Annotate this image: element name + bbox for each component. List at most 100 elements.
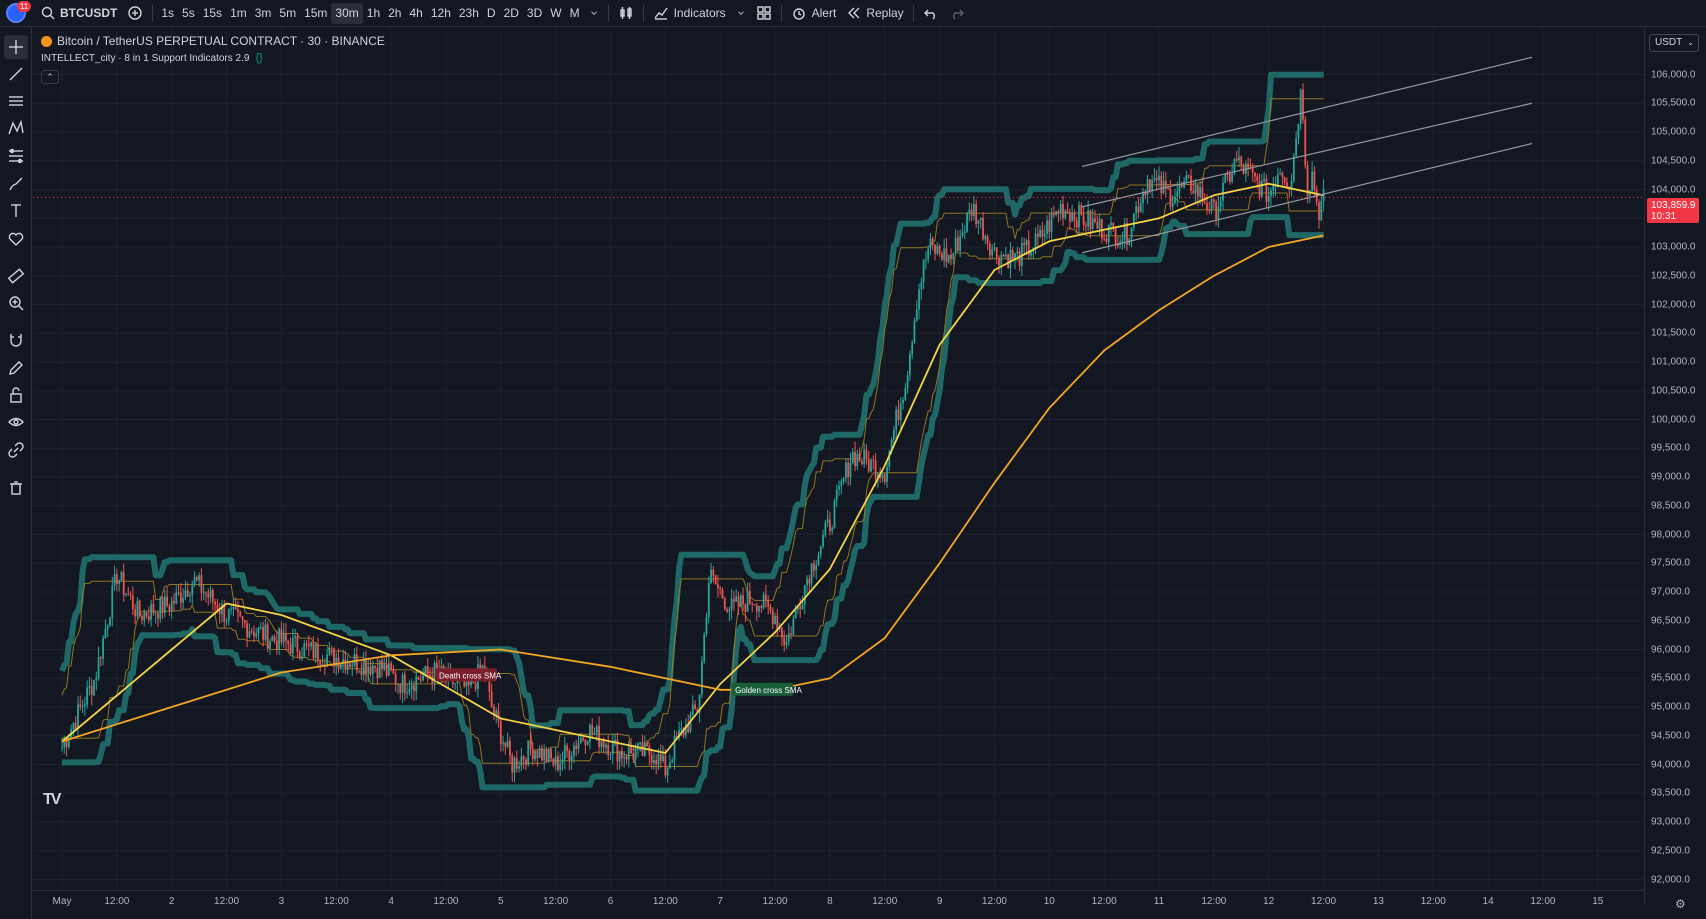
candle — [1130, 227, 1133, 239]
price-tick-label: 102,500.0 — [1651, 270, 1696, 282]
interval-1s[interactable]: 1s — [157, 0, 178, 27]
compare-symbol-button[interactable] — [122, 0, 148, 27]
chart-settings-button[interactable]: ⚙ — [1675, 897, 1686, 911]
redo-button[interactable] — [944, 0, 970, 27]
magnet-tool[interactable] — [4, 328, 28, 352]
candle — [1075, 220, 1078, 228]
profile-button[interactable]: 11 — [0, 0, 32, 27]
candle — [285, 633, 287, 641]
candle — [383, 664, 386, 670]
interval-3m[interactable]: 3m — [251, 0, 276, 27]
candle — [634, 749, 637, 760]
horizontal-lines-tool[interactable] — [4, 89, 28, 113]
brush-tool[interactable] — [4, 172, 28, 196]
candle — [1039, 229, 1042, 238]
interval-W[interactable]: W — [546, 0, 565, 27]
candle — [513, 758, 516, 773]
candle — [88, 685, 91, 688]
pattern-tool[interactable] — [4, 116, 28, 140]
source-code-icon[interactable]: {} — [255, 52, 262, 64]
layouts-button[interactable] — [751, 0, 777, 27]
interval-12h[interactable]: 12h — [427, 0, 455, 27]
undo-button[interactable] — [918, 0, 944, 27]
indicators-dropdown-button[interactable] — [731, 0, 751, 27]
interval-1m[interactable]: 1m — [226, 0, 251, 27]
price-axis[interactable]: USDT ⌄ 106,000.0 105,500.0 105,000.0 104,50… — [1644, 28, 1706, 904]
lock-drawings-tool[interactable] — [4, 383, 28, 407]
candle — [767, 600, 770, 607]
candle — [1263, 178, 1266, 182]
crosshair-tool[interactable] — [4, 35, 28, 59]
symbol-search-button[interactable]: BTCUSDT — [32, 0, 122, 27]
zoom-tool[interactable] — [4, 291, 28, 315]
interval-5m[interactable]: 5m — [275, 0, 300, 27]
interval-23h[interactable]: 23h — [455, 0, 483, 27]
candle — [769, 606, 772, 611]
text-tool[interactable] — [4, 199, 28, 223]
interval-dropdown-button[interactable] — [584, 0, 604, 27]
interval-5s[interactable]: 5s — [178, 0, 199, 27]
legend-title: Bitcoin / TetherUS PERPETUAL CONTRACT · … — [57, 34, 385, 48]
pattern-icon — [8, 119, 24, 135]
candle — [897, 409, 900, 421]
currency-label: USDT — [1655, 37, 1683, 48]
interval-4h[interactable]: 4h — [405, 0, 426, 27]
fib-tool[interactable] — [4, 144, 28, 168]
time-tick-label: 12:00 — [652, 896, 678, 907]
candle — [1100, 219, 1103, 239]
candle — [550, 749, 552, 759]
candle — [1103, 238, 1106, 240]
candle — [298, 652, 301, 659]
remove-drawings-tool[interactable] — [4, 476, 28, 500]
interval-2h[interactable]: 2h — [384, 0, 405, 27]
link-tool[interactable] — [4, 438, 28, 462]
candle — [63, 740, 66, 748]
collapse-legend-button[interactable]: ⌃ — [41, 70, 59, 84]
indicators-button[interactable]: Indicators — [648, 0, 731, 27]
keep-drawing-tool[interactable] — [4, 356, 28, 380]
replay-button[interactable]: Replay — [841, 0, 908, 27]
interval-3D[interactable]: 3D — [523, 0, 546, 27]
candle — [771, 610, 774, 625]
candle — [262, 627, 265, 640]
price-tick-label: 92,500.0 — [1651, 845, 1690, 857]
indicator-legend[interactable]: INTELLECT_city · 8 in 1 Support Indicato… — [41, 52, 263, 64]
candle — [319, 660, 322, 665]
time-axis[interactable]: May 12:00 2 12:00 3 12:00 4 12:00 5 12:00 6 12:00 7 1… — [33, 890, 1644, 919]
alert-button[interactable]: Alert — [786, 0, 842, 27]
interval-1h[interactable]: 1h — [363, 0, 384, 27]
candle — [835, 489, 838, 501]
gear-icon: ⚙ — [1675, 897, 1686, 911]
candle — [1080, 205, 1083, 215]
candle — [703, 633, 706, 662]
price-tick-label: 92,000.0 — [1651, 874, 1690, 885]
candle — [529, 740, 532, 750]
candle — [1016, 251, 1019, 254]
candle — [920, 282, 923, 290]
trend-line-tool[interactable] — [4, 62, 28, 86]
interval-15s[interactable]: 15s — [199, 0, 226, 27]
currency-select[interactable]: USDT ⌄ — [1649, 34, 1699, 52]
ruler-tool[interactable] — [4, 264, 28, 288]
candle — [129, 594, 132, 596]
candle — [659, 754, 662, 761]
interval-2D[interactable]: 2D — [500, 0, 523, 27]
hide-drawings-tool[interactable] — [4, 410, 28, 434]
candle — [102, 637, 105, 659]
candle — [531, 749, 534, 760]
candle — [931, 238, 934, 246]
chart-type-button[interactable] — [613, 0, 639, 27]
interval-30m[interactable]: 30m — [331, 2, 363, 24]
time-tick-label: 12:00 — [104, 896, 130, 907]
interval-D[interactable]: D — [483, 0, 500, 27]
favorites-tool[interactable] — [4, 227, 28, 251]
chart-pane[interactable]: Death cross SMA Golden cross SMA Bitcoin … — [33, 28, 1644, 904]
interval-15m[interactable]: 15m — [300, 0, 331, 27]
candle — [307, 644, 310, 647]
top-toolbar: 11 BTCUSDT 1s 5s 15s 1m 3m 5m 15m 30m 1h 2h 4h 12h 2… — [0, 0, 1706, 27]
interval-M[interactable]: M — [566, 0, 584, 27]
candle — [723, 598, 726, 610]
candle — [719, 587, 722, 590]
candle — [310, 641, 313, 647]
price-chart[interactable]: Death cross SMA Golden cross SMA — [33, 28, 1644, 890]
